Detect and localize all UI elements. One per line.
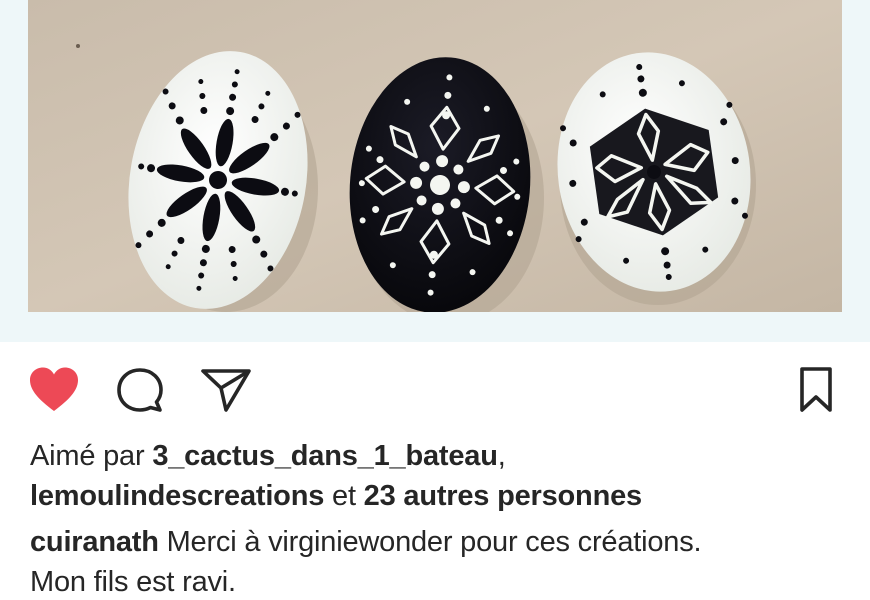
post-action-bar (0, 350, 870, 428)
paper-plane-icon (201, 369, 251, 412)
share-button[interactable] (198, 364, 254, 416)
post-image[interactable] (28, 0, 842, 312)
painted-stones-photo (28, 0, 842, 312)
instagram-post: Aimé par 3_cactus_dans_1_bateau, lemouli… (0, 0, 870, 600)
caption-text-line-1: Merci à virginiewonder pour ces création… (166, 526, 702, 558)
liked-by-user-2[interactable]: lemoulindescreations (30, 480, 324, 512)
save-bookmark-button[interactable] (788, 364, 844, 416)
comment-button[interactable] (112, 364, 168, 416)
caption-text-line-2: Mon fils est ravi. (30, 566, 236, 598)
caption-author[interactable]: cuiranath (30, 526, 159, 558)
post-caption: cuiranath Merci à virginiewonder pour ce… (30, 522, 850, 600)
bookmark-icon (800, 367, 832, 412)
liked-by-user-1[interactable]: 3_cactus_dans_1_bateau (152, 440, 498, 472)
likes-comma: , (497, 440, 506, 472)
liked-by-prefix: Aimé par (30, 440, 145, 472)
like-button[interactable] (26, 364, 82, 416)
likes-others-link[interactable]: 23 autres personnes (364, 480, 642, 512)
heart-filled-icon (30, 367, 78, 411)
comment-bubble-icon (117, 368, 163, 412)
likes-and-word: et (332, 480, 356, 512)
likes-summary: Aimé par 3_cactus_dans_1_bateau, lemouli… (30, 436, 850, 516)
post-image-frame (0, 0, 870, 342)
